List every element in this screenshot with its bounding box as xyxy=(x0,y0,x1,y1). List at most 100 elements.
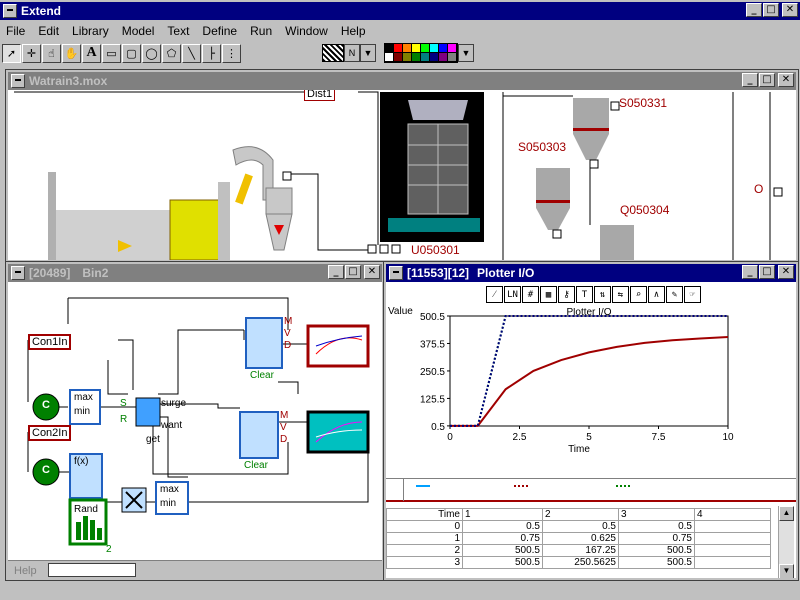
scale-x-icon[interactable]: ⇆ xyxy=(612,286,629,303)
table-cell[interactable]: 0.75 xyxy=(618,532,695,545)
text-icon[interactable]: A xyxy=(82,43,101,63)
maximize-icon[interactable]: □ xyxy=(759,73,775,87)
color-swatch[interactable] xyxy=(403,53,412,62)
color-swatch[interactable] xyxy=(421,53,430,62)
color-swatch[interactable] xyxy=(430,44,439,53)
chevron-down-icon[interactable]: ▼ xyxy=(360,44,376,62)
table-cell[interactable]: 250.5625 xyxy=(542,556,619,569)
color-swatch[interactable] xyxy=(385,53,394,62)
data-table[interactable]: Time 1 2 3 4 0 0.5 0.5 0.5 1 0.75 0.625 0.75 2 500.5 16… xyxy=(386,508,776,569)
close-icon[interactable]: ✕ xyxy=(778,73,794,87)
scroll-down-icon[interactable]: ▼ xyxy=(779,564,794,578)
menu-window[interactable]: Window xyxy=(285,24,328,38)
color-swatch[interactable] xyxy=(385,44,394,53)
scroll-up-icon[interactable]: ▲ xyxy=(779,506,794,521)
polygon-icon[interactable]: ⬠ xyxy=(162,43,181,63)
table-cell[interactable]: 500.5 xyxy=(618,556,695,569)
color-palette[interactable] xyxy=(384,43,458,63)
color-swatch[interactable] xyxy=(448,53,457,62)
app-system-menu-icon[interactable] xyxy=(3,4,17,18)
minimize-icon[interactable]: _ xyxy=(742,73,758,87)
color-swatch[interactable] xyxy=(439,53,448,62)
close-icon[interactable]: ✕ xyxy=(782,3,798,17)
table-vertical-scrollbar[interactable]: ▲ ▼ xyxy=(778,506,794,578)
minimize-icon[interactable]: _ xyxy=(746,3,762,17)
table-cell[interactable]: 2 xyxy=(386,544,463,557)
color-swatch[interactable] xyxy=(448,44,457,53)
table-cell[interactable]: 0.625 xyxy=(542,532,619,545)
close-icon[interactable]: ✕ xyxy=(778,265,794,279)
menu-edit[interactable]: Edit xyxy=(38,24,59,38)
table-cell[interactable]: 3 xyxy=(386,556,463,569)
menu-run[interactable]: Run xyxy=(250,24,272,38)
color-swatch[interactable] xyxy=(403,44,412,53)
menu-file[interactable]: File xyxy=(6,24,25,38)
input-con2[interactable]: Con2In xyxy=(28,425,72,441)
color-swatch[interactable] xyxy=(412,44,421,53)
scale-y-icon[interactable]: ⇅ xyxy=(594,286,611,303)
arrow-icon[interactable]: ➚ xyxy=(2,43,21,63)
hand-pointer-icon[interactable]: ☝ xyxy=(42,43,61,63)
close-icon[interactable]: ✕ xyxy=(364,265,380,279)
table-cell[interactable]: 500.5 xyxy=(462,544,543,557)
bin-window-id: [20489] xyxy=(29,266,71,280)
table-cell[interactable]: 0.5 xyxy=(542,520,619,533)
pattern-icon[interactable]: ▦ xyxy=(540,286,557,303)
color-swatch[interactable] xyxy=(412,53,421,62)
input-con1[interactable]: Con1In xyxy=(28,334,72,350)
grid-icon[interactable]: # xyxy=(522,286,539,303)
cursor-plus-icon[interactable]: ✛ xyxy=(22,43,41,63)
table-cell[interactable]: 500.5 xyxy=(618,544,695,557)
cursor-icon[interactable]: T xyxy=(576,286,593,303)
hierarchy-icon[interactable]: ⋮ xyxy=(222,43,241,63)
oval-icon[interactable]: ◯ xyxy=(142,43,161,63)
menu-library[interactable]: Library xyxy=(72,24,109,38)
bin-window-system-icon[interactable] xyxy=(11,266,25,280)
minimize-icon[interactable]: _ xyxy=(328,265,344,279)
maximize-icon[interactable]: □ xyxy=(763,3,779,17)
menu-help[interactable]: Help xyxy=(341,24,366,38)
maximize-icon[interactable]: □ xyxy=(345,265,361,279)
color-swatch[interactable] xyxy=(439,44,448,53)
model-canvas[interactable]: Dist1 S050331 S050303 Q050304 U050301 O xyxy=(8,90,796,260)
table-cell[interactable]: 1 xyxy=(386,532,463,545)
hand-icon[interactable]: ☞ xyxy=(684,286,701,303)
plotter-window-system-icon[interactable] xyxy=(389,266,403,280)
help-field[interactable] xyxy=(48,563,136,577)
chart-icon[interactable]: ⁄ xyxy=(486,286,503,303)
ln-button[interactable]: LN xyxy=(504,286,521,303)
table-cell[interactable]: 0.75 xyxy=(462,532,543,545)
menu-text[interactable]: Text xyxy=(167,24,189,38)
zoom-icon[interactable]: ⌕ xyxy=(630,286,647,303)
table-cell[interactable]: 167.25 xyxy=(542,544,619,557)
tool-palette: ➚ ✛ ☝ ✋ A ▭ ▢ ◯ ⬠ ╲ ├ ⋮ N ▼ ▼ xyxy=(2,42,798,64)
minimize-icon[interactable]: _ xyxy=(742,265,758,279)
draw-icon[interactable]: ∧ xyxy=(648,286,665,303)
table-cell[interactable]: 500.5 xyxy=(462,556,543,569)
plot-area[interactable]: Plotter I/O0.5125.5250.5375.5500.50 2.5 5 7… xyxy=(386,308,796,478)
line-icon[interactable]: ╲ xyxy=(182,43,201,63)
hand-icon[interactable]: ✋ xyxy=(62,43,81,63)
connector-icon[interactable]: ├ xyxy=(202,43,221,63)
table-cell[interactable]: 0.5 xyxy=(618,520,695,533)
color-chevron-down-icon[interactable]: ▼ xyxy=(458,44,474,62)
pen-icon[interactable]: ✎ xyxy=(666,286,683,303)
maximize-icon[interactable]: □ xyxy=(759,265,775,279)
table-cell[interactable]: 0.5 xyxy=(462,520,543,533)
help-button[interactable]: Help xyxy=(14,565,37,577)
silo-label-3: Q050304 xyxy=(620,203,670,217)
key-icon[interactable]: ⚷ xyxy=(558,286,575,303)
color-swatch[interactable] xyxy=(430,53,439,62)
model-window-system-icon[interactable] xyxy=(11,74,25,88)
pattern-selector[interactable]: N ▼ xyxy=(322,44,376,62)
menu-model[interactable]: Model xyxy=(122,24,155,38)
color-swatch[interactable] xyxy=(394,44,403,53)
menu-define[interactable]: Define xyxy=(202,24,237,38)
rectangle-icon[interactable]: ▭ xyxy=(102,43,121,63)
color-swatch[interactable] xyxy=(421,44,430,53)
color-swatch[interactable] xyxy=(394,53,403,62)
model-diagram xyxy=(14,91,783,260)
table-cell[interactable]: 0 xyxy=(386,520,463,533)
rounded-rect-icon[interactable]: ▢ xyxy=(122,43,141,63)
bin-canvas[interactable]: Con1In Con2In C C max min max min f(x) R… xyxy=(8,282,382,560)
